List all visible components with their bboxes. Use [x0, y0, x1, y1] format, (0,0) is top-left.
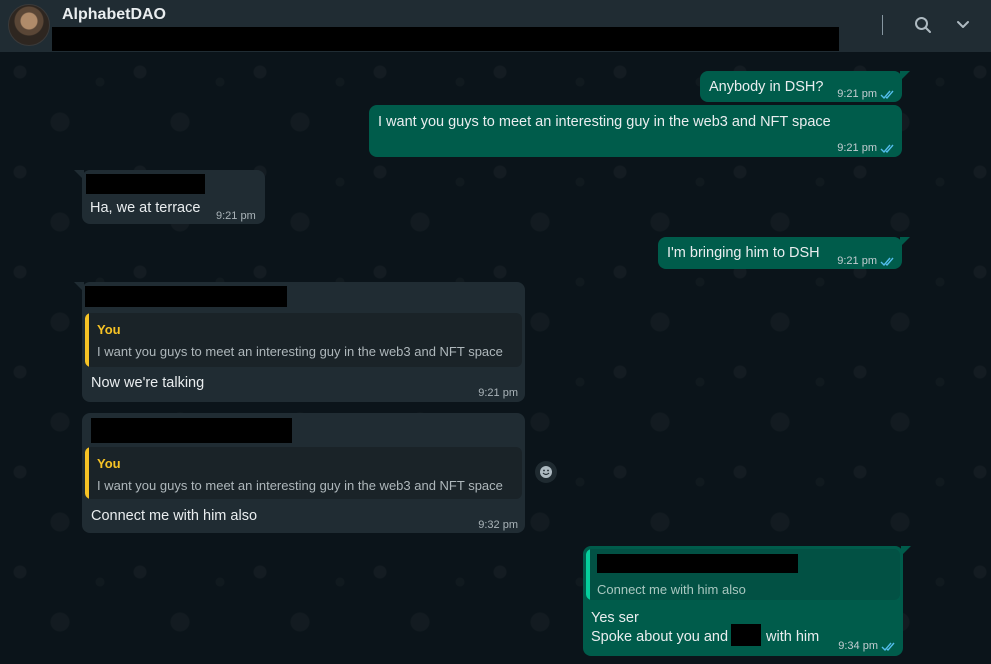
message-text: Anybody in DSH? [709, 79, 824, 95]
chevron-down-icon[interactable] [952, 14, 974, 36]
redacted-participants [52, 27, 839, 51]
double-check-icon [880, 90, 894, 100]
bubble-tail [74, 282, 84, 292]
message-text-line2-end: with him [766, 629, 820, 645]
message-outgoing[interactable]: I'm bringing him to DSH 9:21 pm [658, 237, 910, 271]
bubble-tail [74, 170, 84, 180]
emoji-icon[interactable] [535, 461, 557, 483]
header-divider [882, 15, 883, 35]
message-text: Ha, we at terrace [90, 200, 201, 216]
bubble-tail [900, 71, 910, 81]
quote-accent-bar [85, 447, 89, 499]
message-text: Connect me with him also [91, 508, 258, 524]
quote-accent-bar [586, 549, 590, 600]
bubble-tail [900, 237, 910, 247]
message-text-line1: Yes ser [591, 610, 639, 626]
quoted-message[interactable]: You I want you guys to meet an interesti… [85, 313, 522, 367]
message-time: 9:21 pm [837, 142, 877, 154]
chat-title[interactable]: AlphabetDAO [62, 6, 166, 24]
redacted-sender [91, 418, 292, 443]
search-icon[interactable] [912, 14, 934, 36]
message-text-line2-start: Spoke about you and [591, 629, 729, 645]
message-text: I want you guys to meet an interesting g… [378, 114, 831, 130]
message-meta: 9:21 pm [837, 139, 896, 158]
message-time: 9:34 pm [838, 640, 878, 652]
bubble-tail [901, 546, 911, 556]
double-check-icon [880, 257, 894, 267]
message-time: 9:21 pm [837, 88, 877, 100]
quote-text: I want you guys to meet an interesting g… [97, 478, 503, 493]
message-outgoing[interactable]: Connect me with him also Yes ser Spoke a… [583, 546, 911, 656]
redacted-quote-author [597, 554, 798, 573]
double-check-icon [880, 144, 894, 154]
avatar[interactable] [8, 4, 50, 46]
message-time: 9:21 pm [837, 255, 877, 267]
quote-text: Connect me with him also [597, 582, 746, 597]
quote-accent-bar [85, 313, 89, 367]
message-incoming[interactable]: You I want you guys to meet an interesti… [74, 282, 525, 402]
quote-author: You [97, 456, 121, 471]
quote-text: I want you guys to meet an interesting g… [97, 344, 503, 359]
message-incoming[interactable]: You I want you guys to meet an interesti… [82, 413, 525, 533]
message-time: 9:32 pm [478, 519, 518, 531]
redacted-sender [86, 174, 205, 194]
double-check-icon [881, 642, 895, 652]
message-text: Now we're talking [91, 375, 205, 391]
quoted-message[interactable]: You I want you guys to meet an interesti… [85, 447, 522, 499]
message-time: 9:21 pm [478, 387, 518, 399]
message-outgoing[interactable]: Anybody in DSH? 9:21 pm [700, 71, 910, 104]
quote-author: You [97, 322, 121, 337]
chat-header: AlphabetDAO [0, 0, 991, 52]
quoted-message[interactable]: Connect me with him also [586, 549, 900, 600]
message-text: I'm bringing him to DSH [667, 245, 820, 261]
redacted-sender [85, 286, 287, 307]
message-meta: 9:21 pm [837, 85, 896, 104]
message-meta: 9:21 pm [837, 252, 896, 271]
message-time: 9:21 pm [216, 210, 256, 222]
message-meta: 9:34 pm [838, 637, 897, 656]
redacted-name [731, 624, 761, 646]
message-incoming[interactable]: Ha, we at terrace 9:21 pm [74, 170, 265, 224]
message-outgoing[interactable]: I want you guys to meet an interesting g… [369, 105, 902, 157]
